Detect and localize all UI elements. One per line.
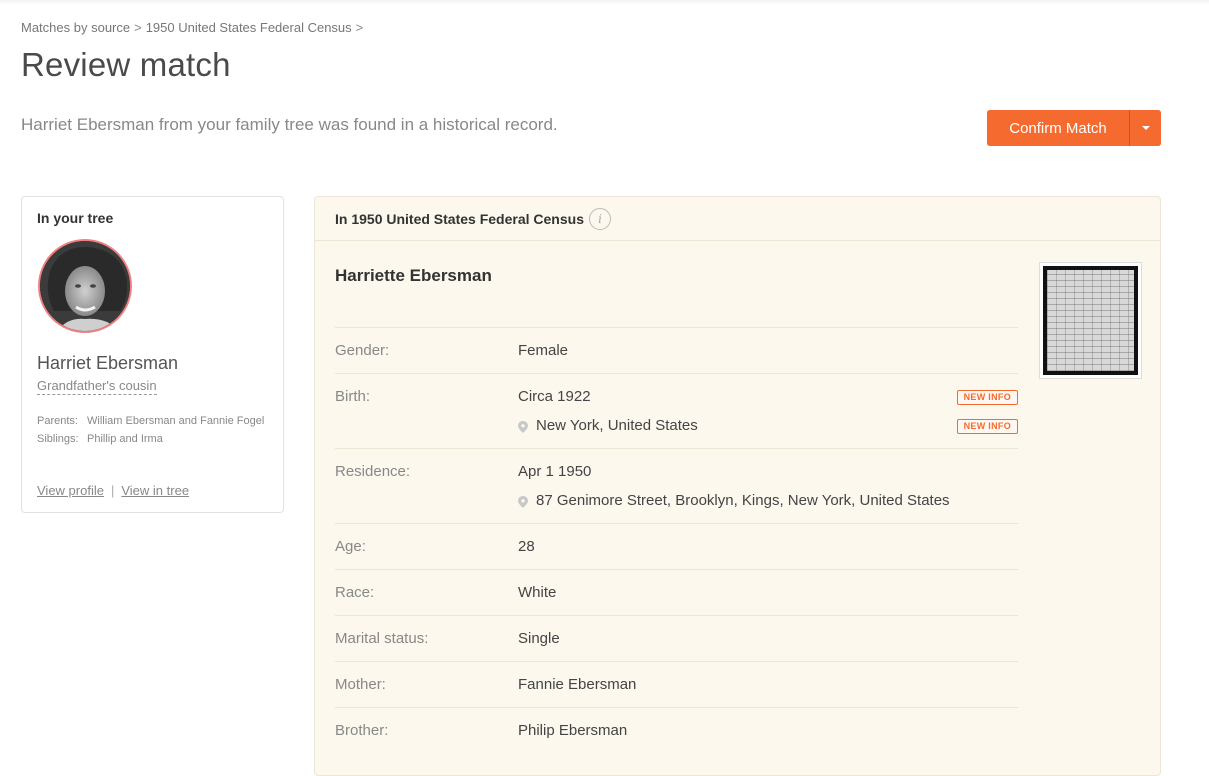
- field-value-text: Apr 1 1950: [518, 463, 592, 480]
- field-value-text: Single: [518, 630, 560, 647]
- record-person-name: Harriette Ebersman: [335, 266, 492, 285]
- record-field-mother: Mother: Fannie Ebersman: [335, 662, 1018, 708]
- field-value-line: Fannie Ebersman: [518, 676, 1018, 694]
- record-field-age: Age: 28: [335, 524, 1018, 570]
- field-label: Brother:: [335, 722, 389, 739]
- link-separator: |: [110, 483, 115, 498]
- field-value: Fannie Ebersman: [518, 676, 636, 694]
- census-document-icon: [1043, 266, 1138, 375]
- field-value: 87 Genimore Street, Brooklyn, Kings, New…: [518, 492, 950, 510]
- fact-value: Phillip and Irma: [87, 433, 163, 445]
- field-value-text: Circa 1922: [518, 388, 591, 405]
- view-in-tree-link[interactable]: View in tree: [121, 483, 189, 498]
- record-field-residence: Residence: Apr 1 1950 87 Genimore Street, …: [335, 449, 1018, 524]
- field-value-line: Philip Ebersman: [518, 722, 1018, 740]
- breadcrumb-matches-by-source[interactable]: Matches by source: [21, 20, 130, 35]
- field-label: Gender:: [335, 342, 390, 359]
- breadcrumb: Matches by source > 1950 United States F…: [21, 20, 363, 35]
- fact-siblings: Siblings: Phillip and Irma: [37, 430, 272, 448]
- field-value: New York, United States: [518, 417, 698, 435]
- field-label: Age:: [335, 538, 366, 555]
- field-label: Race:: [335, 584, 375, 601]
- location-pin-icon: [518, 495, 528, 508]
- top-shadow: [0, 0, 1209, 4]
- page-title: Review match: [21, 46, 231, 83]
- confirm-options-dropdown[interactable]: [1130, 110, 1161, 146]
- field-value-text: White: [518, 584, 557, 601]
- field-value-line: Apr 1 1950: [518, 463, 1018, 481]
- record-card: In 1950 United States Federal Census i H…: [314, 196, 1161, 776]
- field-values: Circa 1922 NEW INFO New York, United State…: [518, 388, 1018, 435]
- breadcrumb-separator: >: [355, 20, 364, 35]
- field-label: Residence:: [335, 463, 411, 480]
- tree-facts: Parents: William Ebersman and Fannie Fog…: [37, 412, 272, 448]
- field-value-line: 28: [518, 538, 1018, 556]
- field-values: Philip Ebersman: [518, 722, 1018, 740]
- fact-value: William Ebersman and Fannie Fogel: [87, 415, 265, 427]
- field-values: 28: [518, 538, 1018, 556]
- record-fields: Gender: Female Birth: Circa 1922 NEW INFO New…: [335, 328, 1018, 753]
- record-source-title: In 1950 United States Federal Census: [335, 210, 584, 227]
- field-value: Circa 1922: [518, 388, 591, 406]
- record-field-birth: Birth: Circa 1922 NEW INFO New York, United…: [335, 374, 1018, 449]
- record-image-thumbnail[interactable]: [1039, 262, 1142, 379]
- field-value: Apr 1 1950: [518, 463, 591, 481]
- field-value-line: Circa 1922 NEW INFO: [518, 388, 1018, 406]
- location-pin-icon: [518, 420, 528, 433]
- new-info-badge: NEW INFO: [956, 418, 1018, 434]
- field-value-line: 87 Genimore Street, Brooklyn, Kings, New…: [518, 492, 1018, 510]
- field-value-text: Philip Ebersman: [518, 722, 628, 739]
- field-label: Birth:: [335, 388, 371, 405]
- field-value-line: Single: [518, 630, 1018, 648]
- field-values: Fannie Ebersman: [518, 676, 1018, 694]
- tree-person-name: Harriet Ebersman: [37, 353, 179, 373]
- field-value-text: 87 Genimore Street, Brooklyn, Kings, New…: [536, 492, 950, 509]
- portrait-photo-icon: [40, 241, 130, 331]
- field-value: White: [518, 584, 556, 602]
- fact-label: Parents:: [37, 415, 78, 427]
- tree-links: View profile | View in tree: [37, 483, 189, 498]
- new-info-badge: NEW INFO: [956, 389, 1018, 405]
- page-subtitle: Harriet Ebersman from your family tree w…: [21, 115, 558, 134]
- field-values: Female: [518, 342, 1018, 360]
- field-value-text: Fannie Ebersman: [518, 676, 637, 693]
- field-values: Single: [518, 630, 1018, 648]
- field-value-line: New York, United States NEW INFO: [518, 417, 1018, 435]
- avatar[interactable]: [38, 239, 132, 333]
- field-values: Apr 1 1950 87 Genimore Street, Brooklyn, …: [518, 463, 1018, 510]
- tree-person-card: In your tree Harriet Ebersman Grandfathe…: [21, 196, 284, 513]
- fact-parents: Parents: William Ebersman and Fannie Fog…: [37, 412, 272, 430]
- field-value: Philip Ebersman: [518, 722, 627, 740]
- field-value-line: White: [518, 584, 1018, 602]
- caret-down-icon: [1141, 126, 1150, 130]
- breadcrumb-separator: >: [134, 20, 142, 35]
- field-value-line: Female: [518, 342, 1018, 360]
- record-field-marital-status: Marital status: Single: [335, 616, 1018, 662]
- field-value-text: New York, United States: [536, 417, 698, 434]
- field-values: White: [518, 584, 1018, 602]
- record-field-race: Race: White: [335, 570, 1018, 616]
- field-value-text: Female: [518, 342, 569, 359]
- tree-card-title: In your tree: [37, 210, 114, 226]
- relationship-link[interactable]: Grandfather's cousin: [37, 378, 157, 395]
- field-value: Single: [518, 630, 560, 648]
- view-profile-link[interactable]: View profile: [37, 483, 104, 498]
- confirm-match-split-button: Confirm Match: [987, 110, 1161, 146]
- confirm-match-button[interactable]: Confirm Match: [987, 110, 1129, 146]
- field-label: Marital status:: [335, 630, 429, 647]
- field-value: 28: [518, 538, 535, 556]
- breadcrumb-census[interactable]: 1950 United States Federal Census: [146, 20, 352, 35]
- field-label: Mother:: [335, 676, 386, 693]
- field-value: Female: [518, 342, 568, 360]
- record-field-brother: Brother: Philip Ebersman: [335, 708, 1018, 753]
- record-field-gender: Gender: Female: [335, 328, 1018, 374]
- info-icon[interactable]: i: [588, 207, 611, 230]
- fact-label: Siblings:: [37, 433, 79, 445]
- field-value-text: 28: [518, 538, 535, 555]
- record-header: In 1950 United States Federal Census i: [315, 197, 1160, 241]
